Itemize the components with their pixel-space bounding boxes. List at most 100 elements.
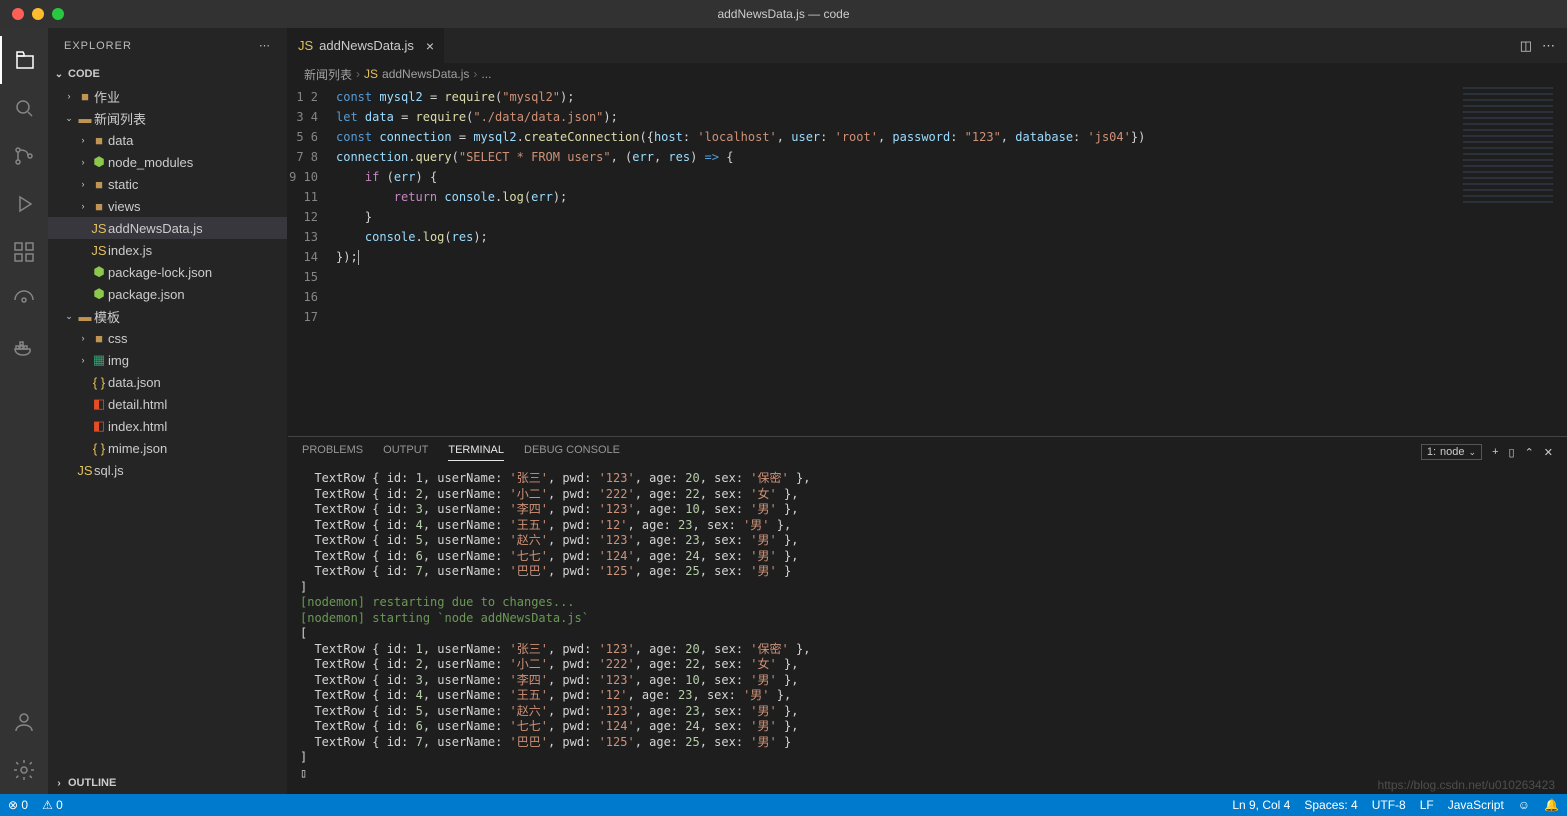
breadcrumbs[interactable]: 新闻列表 › JS addNewsData.js › ... bbox=[288, 63, 1567, 85]
status-errors[interactable]: ⊗ 0 bbox=[8, 798, 28, 812]
html-icon: ◧ bbox=[90, 418, 108, 434]
file-tree-item[interactable]: ›■static bbox=[48, 173, 287, 195]
file-tree-item[interactable]: ›▦img bbox=[48, 349, 287, 371]
titlebar: addNewsData.js — code bbox=[0, 0, 1567, 28]
file-tree-label: static bbox=[108, 177, 138, 192]
window-maximize-button[interactable] bbox=[52, 8, 64, 20]
file-tree-label: css bbox=[108, 331, 128, 346]
folder-open-icon: ▬ bbox=[76, 111, 94, 126]
breadcrumb-item[interactable]: ... bbox=[481, 67, 491, 81]
file-tree-label: 作业 bbox=[94, 87, 120, 106]
search-icon[interactable] bbox=[0, 84, 48, 132]
file-tree-label: data.json bbox=[108, 375, 161, 390]
file-tree-item[interactable]: ◧index.html bbox=[48, 415, 287, 437]
panel-tab-debug[interactable]: DEBUG CONSOLE bbox=[524, 444, 620, 460]
tab-close-icon[interactable]: × bbox=[426, 38, 434, 54]
html-icon: ◧ bbox=[90, 396, 108, 412]
status-cursor-position[interactable]: Ln 9, Col 4 bbox=[1232, 798, 1290, 812]
settings-gear-icon[interactable] bbox=[0, 746, 48, 794]
split-terminal-icon[interactable]: ▯ bbox=[1509, 446, 1515, 459]
file-tree-item[interactable]: { }data.json bbox=[48, 371, 287, 393]
file-tree-item[interactable]: JSaddNewsData.js bbox=[48, 217, 287, 239]
status-eol[interactable]: LF bbox=[1420, 798, 1434, 812]
file-tree-label: img bbox=[108, 353, 129, 368]
file-tree-label: data bbox=[108, 133, 133, 148]
chevron-icon: › bbox=[76, 355, 90, 365]
file-tree-item[interactable]: ◧detail.html bbox=[48, 393, 287, 415]
status-language[interactable]: JavaScript bbox=[1448, 798, 1504, 812]
chevron-icon: › bbox=[76, 201, 90, 211]
folder-icon: ■ bbox=[90, 177, 108, 192]
status-warnings[interactable]: ⚠ 0 bbox=[42, 798, 63, 812]
source-control-icon[interactable] bbox=[0, 132, 48, 180]
remote-icon[interactable] bbox=[0, 276, 48, 324]
file-tree-item[interactable]: ⬢package-lock.json bbox=[48, 261, 287, 283]
file-tree-item[interactable]: ⌄▬模板 bbox=[48, 305, 287, 327]
json-icon: { } bbox=[90, 441, 108, 456]
js-file-icon: JS bbox=[364, 67, 378, 81]
file-tree-item[interactable]: { }mime.json bbox=[48, 437, 287, 459]
chevron-icon: › bbox=[76, 135, 90, 145]
file-tree-label: 新闻列表 bbox=[94, 109, 146, 128]
file-tree-label: node_modules bbox=[108, 155, 193, 170]
file-tree-item[interactable]: ⬢package.json bbox=[48, 283, 287, 305]
sidebar-more-icon[interactable]: ⋯ bbox=[259, 39, 271, 52]
chevron-icon: › bbox=[76, 157, 90, 167]
window-close-button[interactable] bbox=[12, 8, 24, 20]
file-tree-item[interactable]: JSsql.js bbox=[48, 459, 287, 481]
window-title: addNewsData.js — code bbox=[717, 7, 849, 21]
tree-section-outline[interactable]: ›OUTLINE bbox=[48, 772, 287, 794]
editor-tab[interactable]: JS addNewsData.js × bbox=[288, 28, 445, 63]
breadcrumb-item[interactable]: addNewsData.js bbox=[382, 67, 469, 81]
run-debug-icon[interactable] bbox=[0, 180, 48, 228]
panel-tab-problems[interactable]: PROBLEMS bbox=[302, 444, 363, 460]
file-tree-item[interactable]: ›■data bbox=[48, 129, 287, 151]
file-tree-item[interactable]: ›■views bbox=[48, 195, 287, 217]
js-file-icon: JS bbox=[298, 38, 313, 53]
close-panel-icon[interactable]: ✕ bbox=[1544, 446, 1553, 459]
chevron-icon: ⌄ bbox=[62, 113, 76, 124]
file-tree-item[interactable]: ⌄▬新闻列表 bbox=[48, 107, 287, 129]
maximize-panel-icon[interactable]: ⌃ bbox=[1525, 446, 1534, 459]
editor-more-icon[interactable]: ⋯ bbox=[1542, 38, 1555, 54]
docker-icon[interactable] bbox=[0, 324, 48, 372]
breadcrumb-item[interactable]: 新闻列表 bbox=[304, 66, 352, 83]
terminal-shell-select[interactable]: 1: node ⌄ bbox=[1421, 444, 1482, 460]
tree-section-code[interactable]: ⌄CODE bbox=[48, 63, 287, 85]
tree-section-label: CODE bbox=[68, 68, 100, 80]
explorer-icon[interactable] bbox=[0, 36, 48, 84]
status-encoding[interactable]: UTF-8 bbox=[1372, 798, 1406, 812]
split-editor-icon[interactable]: ◫ bbox=[1520, 38, 1532, 54]
js-icon: JS bbox=[76, 463, 94, 478]
file-tree-label: views bbox=[108, 199, 141, 214]
panel-tab-terminal[interactable]: TERMINAL bbox=[448, 444, 504, 461]
file-tree-label: addNewsData.js bbox=[108, 221, 203, 236]
file-tree-item[interactable]: JSindex.js bbox=[48, 239, 287, 261]
file-tree-label: mime.json bbox=[108, 441, 167, 456]
img-icon: ▦ bbox=[90, 352, 108, 368]
account-icon[interactable] bbox=[0, 698, 48, 746]
status-indentation[interactable]: Spaces: 4 bbox=[1304, 798, 1357, 812]
json-icon: { } bbox=[90, 375, 108, 390]
folder-open-icon: ▬ bbox=[76, 309, 94, 324]
js-icon: JS bbox=[90, 221, 108, 236]
npm-icon: ⬢ bbox=[90, 264, 108, 280]
file-tree-item[interactable]: ›■css bbox=[48, 327, 287, 349]
file-tree-label: 模板 bbox=[94, 307, 120, 326]
panel-tab-output[interactable]: OUTPUT bbox=[383, 444, 428, 460]
status-notifications-icon[interactable]: 🔔 bbox=[1544, 798, 1559, 812]
status-feedback-icon[interactable]: ☺ bbox=[1518, 798, 1530, 812]
folder-icon: ■ bbox=[76, 89, 94, 104]
tab-label: addNewsData.js bbox=[319, 38, 414, 53]
extensions-icon[interactable] bbox=[0, 228, 48, 276]
file-tree-label: detail.html bbox=[108, 397, 167, 412]
code-editor[interactable]: 1 2 3 4 5 6 7 8 9 10 11 12 13 14 15 16 1… bbox=[288, 85, 1567, 436]
window-minimize-button[interactable] bbox=[32, 8, 44, 20]
new-terminal-icon[interactable]: + bbox=[1492, 446, 1498, 458]
js-icon: JS bbox=[90, 243, 108, 258]
file-tree-item[interactable]: ›⬢node_modules bbox=[48, 151, 287, 173]
file-tree-item[interactable]: ›■作业 bbox=[48, 85, 287, 107]
minimap[interactable] bbox=[1463, 87, 1553, 207]
terminal-output[interactable]: TextRow { id: 1, userName: '张三', pwd: '1… bbox=[288, 467, 1567, 794]
traffic-lights bbox=[0, 8, 64, 20]
